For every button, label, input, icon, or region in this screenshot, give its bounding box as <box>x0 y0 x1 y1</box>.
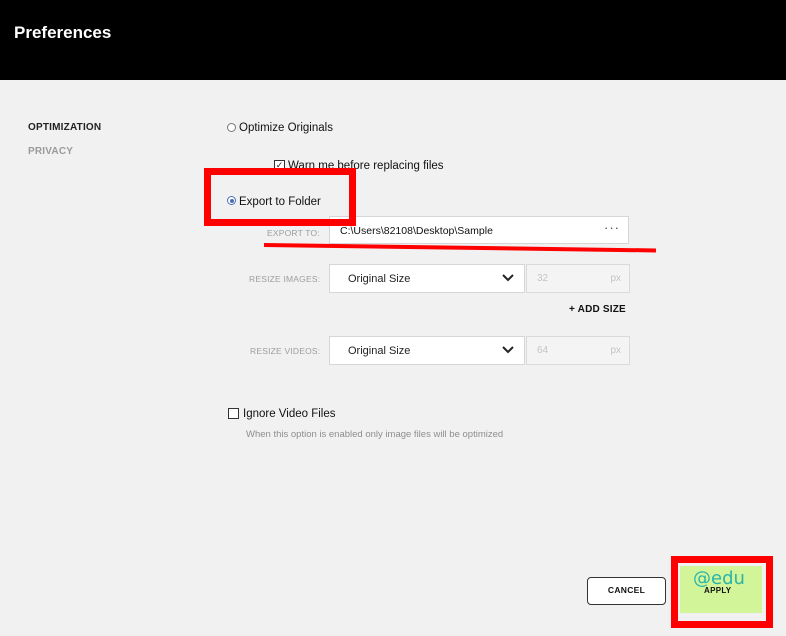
image-size-input[interactable]: 32 px <box>526 264 630 293</box>
annotation-box-export <box>204 168 356 226</box>
page-title: Preferences <box>14 23 112 42</box>
resize-images-value: Original Size <box>348 273 411 285</box>
sidebar-item-optimization[interactable]: OPTIMIZATION <box>28 122 101 133</box>
chevron-down-icon <box>502 274 514 282</box>
image-size-unit: px <box>610 273 621 284</box>
optimize-originals-label[interactable]: Optimize Originals <box>239 122 333 134</box>
ignore-video-hint: When this option is enabled only image f… <box>246 429 504 440</box>
export-to-label: EXPORT TO: <box>267 228 320 238</box>
ignore-video-checkbox[interactable] <box>228 408 239 419</box>
video-size-value: 64 <box>537 345 549 356</box>
resize-videos-value: Original Size <box>348 345 411 357</box>
video-size-input[interactable]: 64 px <box>526 336 630 365</box>
sidebar-item-privacy[interactable]: PRIVACY <box>28 146 73 157</box>
export-path-field[interactable]: C:\Users\82108\Desktop\Sample ··· <box>329 216 629 244</box>
ellipsis-icon[interactable]: ··· <box>604 220 620 235</box>
cancel-button[interactable]: CANCEL <box>587 577 666 605</box>
export-path-value: C:\Users\82108\Desktop\Sample <box>340 225 493 237</box>
resize-videos-label: RESIZE VIDEOS: <box>250 346 321 356</box>
annotation-box-apply <box>671 556 773 628</box>
optimize-originals-radio[interactable] <box>227 123 236 132</box>
annotation-underline <box>263 243 656 253</box>
header-bar: Preferences <box>0 0 786 80</box>
resize-images-select[interactable]: Original Size <box>329 264 525 293</box>
resize-videos-select[interactable]: Original Size <box>329 336 525 365</box>
chevron-down-icon <box>502 346 514 354</box>
ignore-video-label[interactable]: Ignore Video Files <box>243 408 335 420</box>
image-size-value: 32 <box>537 273 549 284</box>
video-size-unit: px <box>610 345 621 356</box>
add-size-button[interactable]: + ADD SIZE <box>569 304 626 315</box>
resize-images-label: RESIZE IMAGES: <box>249 274 321 284</box>
